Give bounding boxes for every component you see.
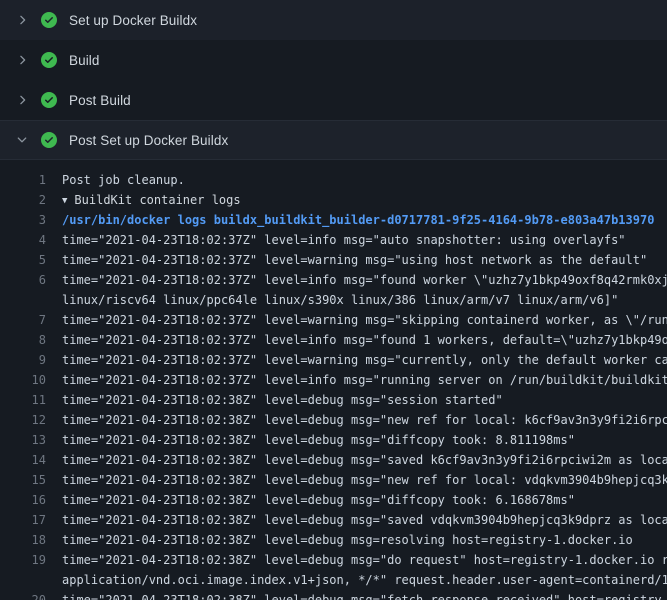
log-line-number[interactable]: 8 xyxy=(0,330,46,350)
log-line-text: Post job cleanup. xyxy=(46,170,667,190)
log-line: 5time="2021-04-23T18:02:37Z" level=warni… xyxy=(0,250,667,270)
log-line: 16time="2021-04-23T18:02:38Z" level=debu… xyxy=(0,490,667,510)
log-lines: 1Post job cleanup.2 ▼ BuildKit container l… xyxy=(0,160,667,600)
log-line: 11time="2021-04-23T18:02:38Z" level=debu… xyxy=(0,390,667,410)
log-line-text: time="2021-04-23T18:02:38Z" level=debug … xyxy=(46,590,667,600)
log-line: 18time="2021-04-23T18:02:38Z" level=debu… xyxy=(0,530,667,550)
log-line-text: time="2021-04-23T18:02:37Z" level=warnin… xyxy=(46,310,667,330)
log-line-number[interactable]: 7 xyxy=(0,310,46,330)
chevron-right-icon xyxy=(14,52,30,68)
log-line-text: time="2021-04-23T18:02:38Z" level=debug … xyxy=(46,490,667,510)
log-line: 13time="2021-04-23T18:02:38Z" level=debu… xyxy=(0,430,667,450)
log-line-text: time="2021-04-23T18:02:38Z" level=debug … xyxy=(46,450,667,470)
check-circle-icon xyxy=(41,12,57,28)
log-line-text: linux/riscv64 linux/ppc64le linux/s390x … xyxy=(46,290,667,310)
log-line-number[interactable]: 11 xyxy=(0,390,46,410)
log-line-number[interactable]: 18 xyxy=(0,530,46,550)
log-line-text: time="2021-04-23T18:02:37Z" level=info m… xyxy=(46,230,667,250)
log-line: 10time="2021-04-23T18:02:37Z" level=info… xyxy=(0,370,667,390)
log-line: 8time="2021-04-23T18:02:37Z" level=info … xyxy=(0,330,667,350)
log-line-text: time="2021-04-23T18:02:37Z" level=info m… xyxy=(46,270,667,290)
check-circle-icon xyxy=(41,92,57,108)
log-line-number[interactable]: 4 xyxy=(0,230,46,250)
log-line-number[interactable]: 14 xyxy=(0,450,46,470)
step-label: Build xyxy=(69,53,100,68)
log-line-number[interactable]: 5 xyxy=(0,250,46,270)
log-line-number[interactable]: 13 xyxy=(0,430,46,450)
log-line-number[interactable]: 6 xyxy=(0,270,46,290)
log-line-number[interactable]: 9 xyxy=(0,350,46,370)
log-line-text: time="2021-04-23T18:02:38Z" level=debug … xyxy=(46,410,667,430)
log-line-number[interactable]: 15 xyxy=(0,470,46,490)
log-line: application/vnd.oci.image.index.v1+json,… xyxy=(0,570,667,590)
log-line: 9time="2021-04-23T18:02:37Z" level=warni… xyxy=(0,350,667,370)
log-line-text: application/vnd.oci.image.index.v1+json,… xyxy=(46,570,667,590)
chevron-down-icon xyxy=(14,132,30,148)
log-line-number[interactable]: 19 xyxy=(0,550,46,570)
log-line-text: time="2021-04-23T18:02:37Z" level=warnin… xyxy=(46,350,667,370)
log-line-text: time="2021-04-23T18:02:37Z" level=info m… xyxy=(46,330,667,350)
steps-list: Set up Docker Buildx Build Post Build xyxy=(0,0,667,160)
group-toggle-icon[interactable]: ▼ xyxy=(62,191,67,210)
log-line: linux/riscv64 linux/ppc64le linux/s390x … xyxy=(0,290,667,310)
log-line-text: time="2021-04-23T18:02:38Z" level=debug … xyxy=(46,510,667,530)
group-title: BuildKit container logs xyxy=(74,193,240,207)
log-line-text: time="2021-04-23T18:02:38Z" level=debug … xyxy=(46,390,667,410)
log-line: 17time="2021-04-23T18:02:38Z" level=debu… xyxy=(0,510,667,530)
check-circle-icon xyxy=(41,52,57,68)
log-line-number[interactable]: 1 xyxy=(0,170,46,190)
log-line: 12time="2021-04-23T18:02:38Z" level=debu… xyxy=(0,410,667,430)
log-line: 19time="2021-04-23T18:02:38Z" level=debu… xyxy=(0,550,667,570)
log-line-text: time="2021-04-23T18:02:38Z" level=debug … xyxy=(46,470,667,490)
check-circle-icon xyxy=(41,132,57,148)
step-label: Post Set up Docker Buildx xyxy=(69,133,228,148)
step-label: Set up Docker Buildx xyxy=(69,13,197,28)
log-line-number[interactable]: 12 xyxy=(0,410,46,430)
log-line-text: time="2021-04-23T18:02:38Z" level=debug … xyxy=(46,430,667,450)
actions-log-viewer: Set up Docker Buildx Build Post Build xyxy=(0,0,667,600)
step-row-post-build[interactable]: Post Build xyxy=(0,80,667,120)
log-line: 7time="2021-04-23T18:02:37Z" level=warni… xyxy=(0,310,667,330)
log-line-number[interactable]: 10 xyxy=(0,370,46,390)
log-line-number[interactable]: 16 xyxy=(0,490,46,510)
log-line-number[interactable]: 2 xyxy=(0,190,46,210)
log-line-number[interactable]: 3 xyxy=(0,210,46,230)
log-line-text: time="2021-04-23T18:02:38Z" level=debug … xyxy=(46,550,667,570)
log-line: 15time="2021-04-23T18:02:38Z" level=debu… xyxy=(0,470,667,490)
log-line-text: time="2021-04-23T18:02:38Z" level=debug … xyxy=(46,530,667,550)
log-line-text: time="2021-04-23T18:02:37Z" level=info m… xyxy=(46,370,667,390)
step-label: Post Build xyxy=(69,93,131,108)
log-line-text: ▼ BuildKit container logs xyxy=(46,190,667,210)
log-line-text: /usr/bin/docker logs buildx_buildkit_bui… xyxy=(46,210,667,230)
log-line-number[interactable]: 20 xyxy=(0,590,46,600)
log-line: 6time="2021-04-23T18:02:37Z" level=info … xyxy=(0,270,667,290)
log-line-number xyxy=(0,570,46,590)
step-row-post-set-up-docker-buildx[interactable]: Post Set up Docker Buildx xyxy=(0,120,667,160)
chevron-right-icon xyxy=(14,12,30,28)
log-line-text: time="2021-04-23T18:02:37Z" level=warnin… xyxy=(46,250,667,270)
log-line: 4time="2021-04-23T18:02:37Z" level=info … xyxy=(0,230,667,250)
chevron-right-icon xyxy=(14,92,30,108)
log-line: 20time="2021-04-23T18:02:38Z" level=debu… xyxy=(0,590,667,600)
log-line: 14time="2021-04-23T18:02:38Z" level=debu… xyxy=(0,450,667,470)
log-line-number[interactable]: 17 xyxy=(0,510,46,530)
log-line: 1Post job cleanup. xyxy=(0,170,667,190)
step-row-set-up-docker-buildx[interactable]: Set up Docker Buildx xyxy=(0,0,667,40)
log-line-number xyxy=(0,290,46,310)
log-line: 2 ▼ BuildKit container logs xyxy=(0,190,667,210)
step-row-build[interactable]: Build xyxy=(0,40,667,80)
log-line: 3/usr/bin/docker logs buildx_buildkit_bu… xyxy=(0,210,667,230)
